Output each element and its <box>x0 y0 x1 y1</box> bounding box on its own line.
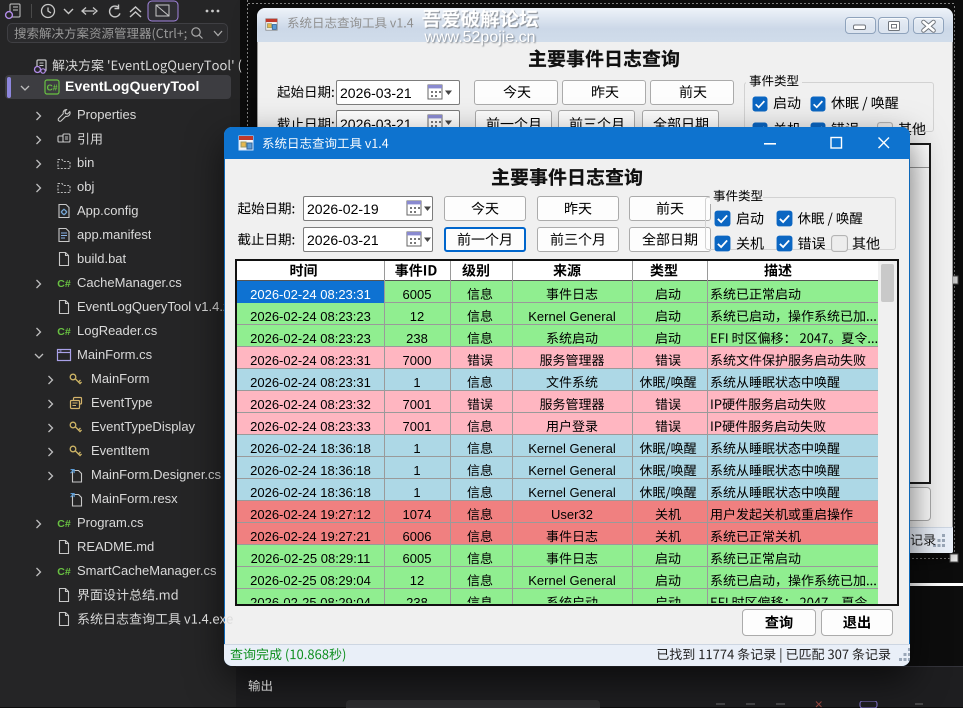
svg-text:C#: C# <box>57 566 71 578</box>
svg-text:C#: C# <box>57 326 71 338</box>
svg-text:C#: C# <box>47 83 58 93</box>
svg-text:C#: C# <box>57 518 71 530</box>
svg-text:C#: C# <box>57 278 71 290</box>
